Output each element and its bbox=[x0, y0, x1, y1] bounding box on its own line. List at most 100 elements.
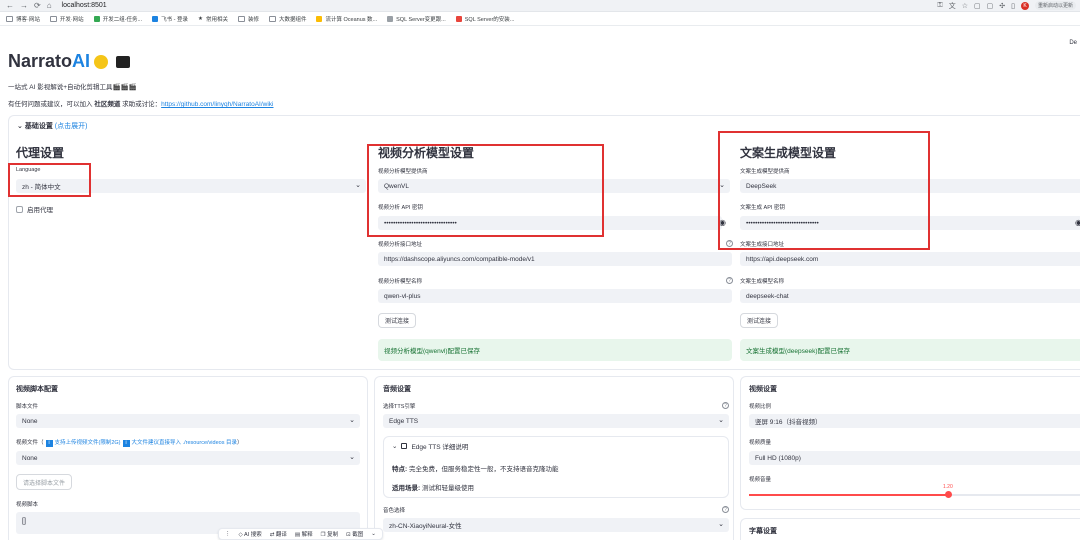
bookmark-item[interactable]: 飞书 - 登录 bbox=[152, 15, 188, 23]
proxy-title: 代理设置 bbox=[16, 146, 65, 160]
slider-fill bbox=[749, 494, 948, 496]
info-icon: i bbox=[122, 440, 130, 447]
wiki-link[interactable]: https://github.com/linyqh/NarratoAI/wiki bbox=[161, 101, 273, 108]
help-icon[interactable]: ? bbox=[722, 402, 729, 409]
chevron-down-icon[interactable]: ⌄ bbox=[371, 531, 376, 537]
annotation-box bbox=[718, 131, 930, 250]
text-test-button[interactable]: 测试连接 bbox=[740, 313, 779, 328]
translate-icon[interactable]: 文 bbox=[949, 1, 956, 11]
video-base-url-input[interactable]: https://dashscope.aliyuncs.com/compatibl… bbox=[378, 252, 732, 266]
volume-slider[interactable]: 1.20 bbox=[749, 484, 1080, 500]
chevron-down-icon: ⌄ bbox=[718, 417, 724, 424]
subtitle: 一站式 AI 影视解说+自动化剪辑工具🎬🎬🎬 bbox=[8, 84, 137, 91]
chevron-down-icon: ⌄ bbox=[355, 182, 361, 189]
subtitle-panel bbox=[740, 518, 1080, 540]
bookmark-item[interactable]: SQL Server变更跟... bbox=[387, 15, 446, 23]
voice-label: 音色选择 bbox=[383, 508, 406, 514]
drag-handle-icon[interactable]: ⋮ bbox=[225, 531, 231, 537]
site-icon bbox=[387, 15, 394, 22]
basic-settings-header[interactable]: ⌄ 基础设置 (点击展开) bbox=[17, 121, 87, 131]
chevron-down-icon: ⌄ bbox=[718, 521, 724, 528]
video-model-name-label: 视频分析模型名称 bbox=[378, 279, 423, 285]
voice-select[interactable]: zh-CN-XiaoyiNeural-女性 ⌄ bbox=[383, 518, 729, 532]
bookmark-item[interactable]: 开发二组-任务... bbox=[93, 15, 142, 23]
video-script-label: 视频脚本 bbox=[16, 502, 39, 508]
text-base-url-input[interactable]: https://api.deepseek.com bbox=[740, 252, 1080, 266]
bookmark-item[interactable]: 流计算 Oceanus 数... bbox=[316, 15, 377, 23]
slider-thumb[interactable] bbox=[945, 491, 952, 498]
site-icon bbox=[93, 15, 100, 22]
puzzle-icon[interactable]: ✣ bbox=[999, 2, 1005, 10]
site-icon bbox=[316, 15, 323, 22]
info-icon: i bbox=[45, 440, 53, 447]
toolbar-item-translate[interactable]: ⇄ 翻译 bbox=[270, 530, 287, 538]
volume-label: 视频音量 bbox=[749, 477, 772, 483]
bookmark-item[interactable]: ★ 常用相关 bbox=[198, 15, 228, 23]
chevron-down-icon: ⌄ bbox=[349, 454, 355, 461]
update-button[interactable]: 重新启动以更新 bbox=[1034, 1, 1076, 10]
tts-scene: 适用场景: 测试和轻量级使用 bbox=[392, 485, 474, 492]
avatar[interactable]: K bbox=[1020, 1, 1029, 10]
chevron-down-icon: ⌄ bbox=[17, 123, 23, 130]
address-bar[interactable]: localhost:8501 bbox=[62, 2, 107, 9]
folder-icon bbox=[6, 15, 13, 22]
extension-icon-2[interactable]: ▢ bbox=[987, 2, 994, 10]
explain-icon: ▤ bbox=[294, 532, 301, 538]
eye-icon[interactable]: ◉ bbox=[1075, 218, 1080, 227]
video-panel-title: 视频设置 bbox=[749, 386, 777, 393]
copy-icon: ❐ bbox=[320, 532, 326, 538]
toolbar-item-screenshot[interactable]: ⊡ 截图 bbox=[346, 530, 363, 538]
upload-script-button[interactable]: 请选择脚本文件 bbox=[16, 474, 73, 490]
extension-icon[interactable]: ▢ bbox=[974, 2, 981, 10]
bookmark-item[interactable]: SQL Server的安装... bbox=[455, 15, 514, 23]
text-model-name-input[interactable]: deepseek-chat bbox=[740, 289, 1080, 303]
subtitle-panel-title: 字幕设置 bbox=[749, 528, 777, 535]
video-test-button[interactable]: 测试连接 bbox=[378, 313, 417, 328]
back-icon[interactable]: ← bbox=[6, 1, 14, 10]
script-file-label: 脚本文件 bbox=[16, 404, 39, 410]
forward-icon[interactable]: → bbox=[20, 1, 28, 10]
key-icon[interactable]: ⚿ bbox=[937, 2, 942, 10]
checkbox[interactable] bbox=[16, 205, 23, 213]
screenshot-icon: ⊡ bbox=[346, 532, 351, 538]
chevron-down-icon: ⌄ bbox=[392, 443, 398, 450]
tts-detail-expander: ⌄ Edge TTS 详细说明 特点: 完全免费，但服务稳定性一般，不支持语音克… bbox=[383, 436, 729, 498]
page-title: NarratoAI bbox=[8, 51, 131, 72]
audio-panel-title: 音频设置 bbox=[383, 386, 411, 393]
folder-icon bbox=[237, 15, 245, 22]
help-icon[interactable]: ? bbox=[726, 277, 733, 284]
smile-icon bbox=[94, 54, 109, 69]
tts-detail-header[interactable]: ⌄ Edge TTS 详细说明 bbox=[392, 441, 468, 451]
toolbar-item-ai-search[interactable]: ◇ AI 搜索 bbox=[239, 530, 262, 538]
toolbar-item-explain[interactable]: ▤ 解释 bbox=[295, 530, 313, 538]
video-file-select[interactable]: None ⌄ bbox=[16, 451, 360, 465]
script-file-select[interactable]: None ⌄ bbox=[16, 414, 360, 428]
enable-proxy-checkbox[interactable]: 启用代理 bbox=[16, 204, 53, 214]
video-status-message: 视频分析模型(qwenvl)配置已保存 bbox=[378, 339, 732, 361]
annotation-box bbox=[367, 144, 604, 237]
help-icon[interactable]: ? bbox=[722, 506, 729, 513]
bookmark-item[interactable]: 博客·网站 bbox=[6, 15, 40, 23]
bookmark-item[interactable]: 装修 bbox=[237, 15, 259, 23]
tts-select[interactable]: Edge TTS ⌄ bbox=[383, 414, 729, 428]
text-model-name-label: 文案生成模型名称 bbox=[740, 279, 785, 285]
sidebar-icon[interactable]: ▯ bbox=[1011, 2, 1015, 10]
star-icon[interactable]: ☆ bbox=[962, 2, 968, 10]
ai-icon: ◇ bbox=[238, 532, 243, 538]
bookmark-item[interactable]: 大数据组件 bbox=[268, 15, 306, 23]
book-icon bbox=[401, 443, 408, 449]
deploy-button[interactable]: De bbox=[1069, 40, 1077, 46]
bookmarks-bar: 博客·网站 开发·网站 开发二组-任务... 飞书 - 登录 ★ 常用相关 装修 … bbox=[0, 12, 1080, 26]
video-model-name-input[interactable]: qwen-vl-plus bbox=[378, 289, 732, 303]
reload-icon[interactable]: ⟳ bbox=[34, 1, 41, 10]
clapper-icon bbox=[116, 55, 131, 68]
quality-select[interactable]: Full HD (1080p) bbox=[749, 451, 1080, 465]
home-icon[interactable]: ⌂ bbox=[47, 1, 52, 10]
annotation-box bbox=[8, 163, 91, 197]
toolbar-item-copy[interactable]: ❐ 复制 bbox=[321, 530, 338, 538]
slider-value: 1.20 bbox=[943, 484, 953, 490]
folder-icon bbox=[268, 15, 276, 22]
ratio-select[interactable]: 竖屏 9:16（抖音视频） bbox=[749, 414, 1080, 428]
translate-icon: ⇄ bbox=[269, 532, 275, 538]
bookmark-item[interactable]: 开发·网站 bbox=[49, 15, 84, 23]
